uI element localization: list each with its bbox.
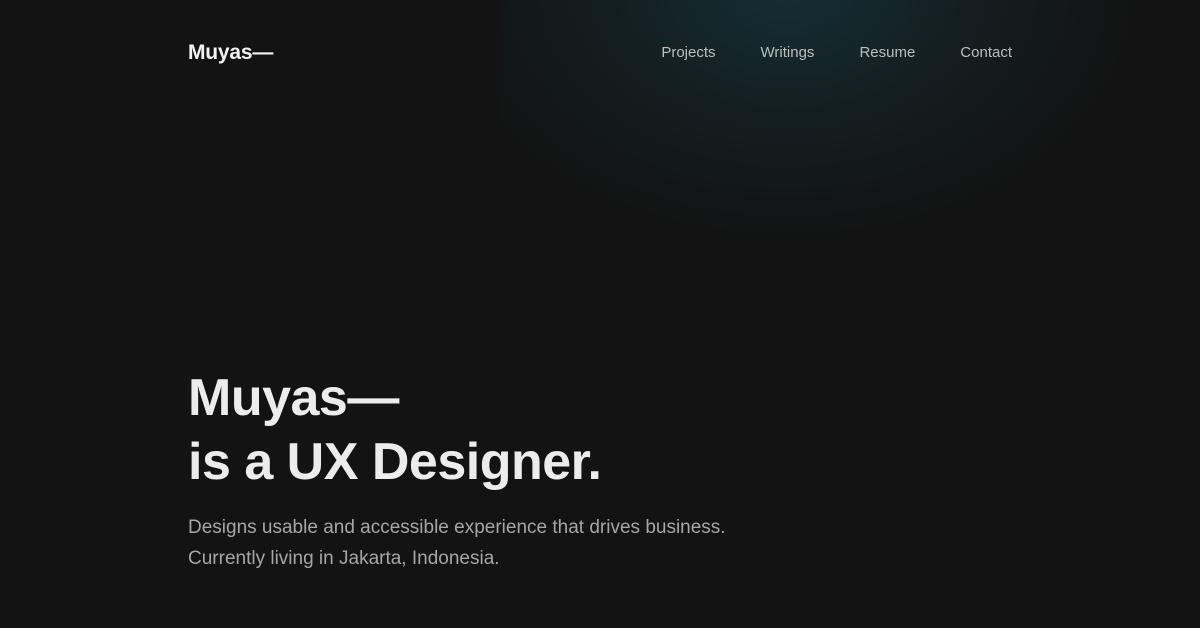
hero-description: Designs usable and accessible experience…: [188, 512, 988, 574]
hero-description-line-2: Currently living in Jakarta, Indonesia.: [188, 548, 500, 569]
nav-contact-link[interactable]: Contact: [960, 36, 1012, 70]
hero-section: Muyas— is a UX Designer. Designs usable …: [188, 366, 988, 574]
logo-link[interactable]: Muyas—: [188, 41, 273, 65]
hero-description-line-1: Designs usable and accessible experience…: [188, 517, 726, 538]
hero-title-role: is a UX Designer.: [188, 433, 602, 491]
site-header: Muyas— Projects Writings Resume Contact: [188, 36, 1012, 70]
nav-projects-link[interactable]: Projects: [661, 36, 715, 70]
hero-title-name: Muyas—: [188, 369, 399, 427]
nav-writings-link[interactable]: Writings: [761, 36, 815, 70]
nav-resume-link[interactable]: Resume: [859, 36, 915, 70]
hero-title: Muyas— is a UX Designer.: [188, 366, 988, 494]
main-nav: Projects Writings Resume Contact: [661, 36, 1012, 70]
